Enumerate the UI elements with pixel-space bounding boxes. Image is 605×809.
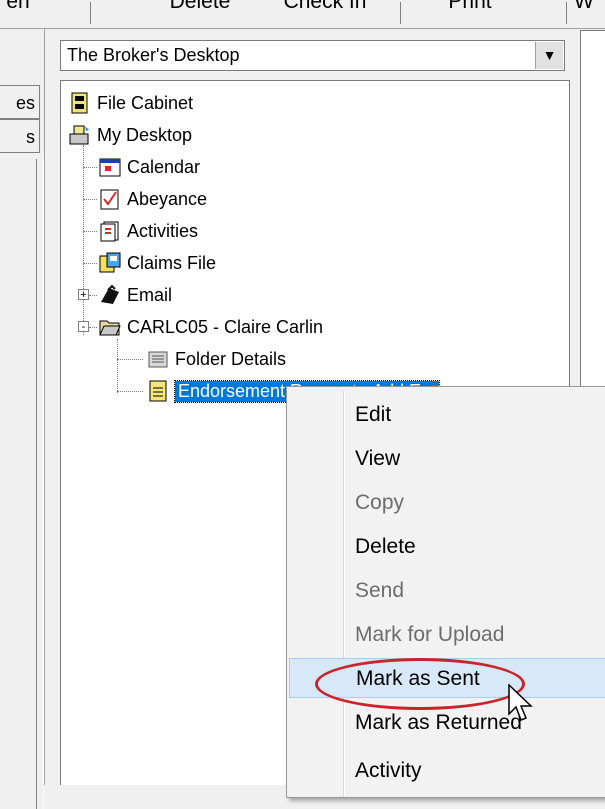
menu-item-activity[interactable]: Activity (289, 751, 605, 791)
tree-node-label: File Cabinet (97, 92, 194, 113)
toolbar-overflow-button[interactable]: W (574, 0, 605, 28)
toolbar-print-button[interactable]: Print (420, 0, 520, 28)
email-icon (101, 284, 119, 304)
tree-connector (117, 359, 143, 360)
tree-node-my-desktop[interactable]: My Desktop (69, 121, 192, 149)
side-tab-2[interactable]: s (0, 119, 40, 153)
left-tab-strip: es s (0, 29, 45, 809)
menu-item-mark-as-sent[interactable]: Mark as Sent (289, 658, 605, 698)
checklist-icon (100, 189, 119, 210)
tree-node-activities[interactable]: Activities (99, 217, 198, 245)
tree-node-label: Folder Details (175, 348, 287, 369)
tree-node-label: Activities (127, 220, 199, 241)
desktop-icon (69, 125, 89, 145)
expand-email-toggle[interactable]: + (78, 289, 89, 301)
menu-item-mark-for-upload: Mark for Upload (355, 623, 505, 646)
menu-item-send: Send (355, 579, 405, 602)
tree-connector (83, 167, 97, 168)
menu-item-mark-as-returned[interactable]: Mark as Returned (289, 703, 605, 743)
desktop-select[interactable]: The Broker's Desktop ▼ (60, 40, 565, 71)
open-folder-icon (99, 320, 121, 336)
toolbar-separator (400, 2, 401, 24)
tree-node-label: Claims File (127, 252, 217, 273)
desktop-select-value: The Broker's Desktop (67, 45, 240, 65)
tree-node-folder-details[interactable]: Folder Details (147, 345, 286, 373)
left-divider (36, 159, 44, 809)
mouse-cursor-icon (508, 684, 533, 721)
activities-icon (100, 221, 119, 242)
tree-node-calendar[interactable]: Calendar (99, 153, 200, 181)
tree-node-email[interactable]: Email (99, 281, 172, 309)
tree-node-abeyance[interactable]: Abeyance (99, 185, 207, 213)
collapse-client-toggle[interactable]: - (78, 321, 89, 333)
tree-connector (83, 231, 97, 232)
tree-node-label: Email (127, 284, 173, 305)
tree-connector (117, 339, 118, 393)
toolbar-check-in-button[interactable]: Check In (270, 0, 380, 28)
tree-node-label: CARLC05 - Claire Carlin (127, 316, 324, 337)
tree-connector (89, 295, 97, 296)
toolbar-separator (566, 2, 567, 24)
file-cabinet-icon (71, 92, 88, 114)
calendar-icon (99, 158, 121, 177)
toolbar-separator (90, 2, 91, 24)
toolbar-delete-button[interactable]: Delete (150, 0, 250, 28)
claims-file-icon (99, 252, 121, 273)
menu-item-delete[interactable]: Delete (289, 527, 605, 567)
document-icon (149, 380, 167, 402)
menu-item-view[interactable]: View (289, 439, 605, 479)
tree-node-label: My Desktop (97, 124, 193, 145)
side-tab-1[interactable]: es (0, 85, 40, 119)
context-menu: Edit View Copy Delete Send Mark for Uplo… (286, 386, 605, 798)
tree-connector (89, 327, 97, 328)
tree-node-client-folder[interactable]: CARLC05 - Claire Carlin (99, 313, 323, 341)
tree-node-label: Abeyance (127, 188, 208, 209)
tree-connector (83, 199, 97, 200)
tree-connector (83, 263, 97, 264)
tree-node-label: Calendar (127, 156, 201, 177)
chevron-down-icon[interactable]: ▼ (535, 42, 563, 69)
tree-connector (83, 145, 84, 335)
toolbar-open-button[interactable]: en (0, 0, 36, 28)
tree-connector (117, 391, 143, 392)
menu-item-edit[interactable]: Edit (289, 395, 605, 435)
menu-item-copy: Copy (355, 491, 405, 514)
folder-details-icon (148, 351, 168, 368)
tree-node-file-cabinet[interactable]: File Cabinet (69, 89, 193, 117)
toolbar: en Delete Check In Print W (0, 0, 605, 29)
tree-node-claims-file[interactable]: Claims File (99, 249, 216, 277)
